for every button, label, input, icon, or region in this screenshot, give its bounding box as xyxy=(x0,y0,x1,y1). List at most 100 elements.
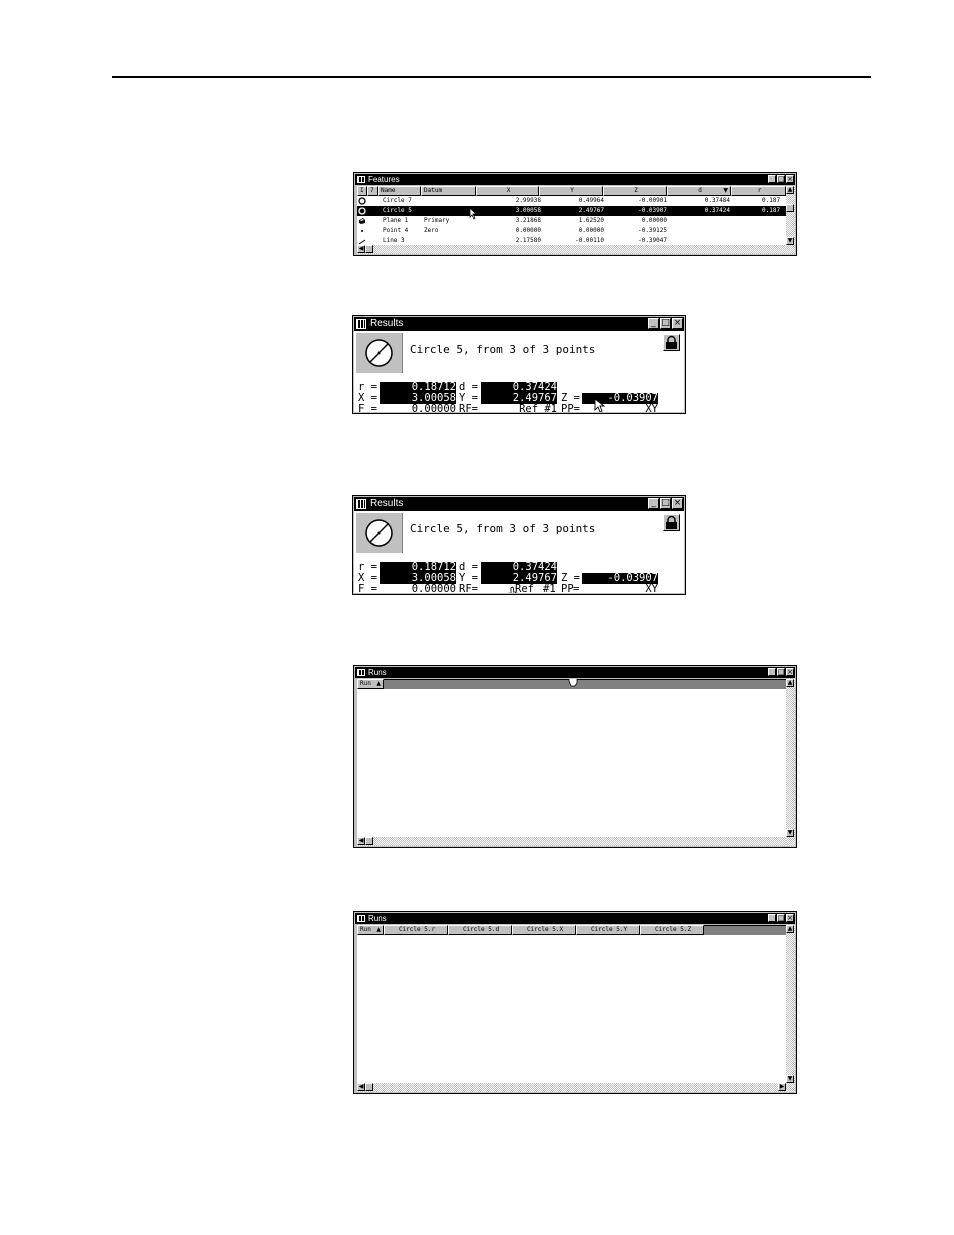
scroll-thumb[interactable] xyxy=(365,245,373,253)
results-titlebar[interactable]: Results _ □ × xyxy=(354,497,684,511)
maximize-button[interactable]: □ xyxy=(777,668,785,676)
runs-titlebar[interactable]: Runs _ □ × xyxy=(355,913,795,924)
column-header-circle5-d[interactable]: Circle 5.d xyxy=(448,925,512,935)
feature-z: -0.00901 xyxy=(638,197,667,204)
minimize-button[interactable]: _ xyxy=(768,914,776,922)
feature-y: 1.62520 xyxy=(578,217,604,224)
table-row[interactable]: Circle 7 2.99938 0.49964 -0.00901 0.3748… xyxy=(357,196,795,206)
column-header-z[interactable]: Z xyxy=(603,186,667,196)
column-drop-zone[interactable] xyxy=(704,925,786,935)
vertical-scrollbar[interactable]: ▲ ▼ xyxy=(786,925,795,1092)
rf-number[interactable]: #1 xyxy=(543,584,556,594)
maximize-button[interactable]: □ xyxy=(660,318,671,329)
feature-r: 0.187 xyxy=(762,197,781,204)
results-titlebar[interactable]: Results _ □ × xyxy=(354,317,684,331)
features-table[interactable]: I 7 Name Datum X Y Z d ▼ r Circle 7 2.999… xyxy=(357,186,795,254)
column-header-circle5-z[interactable]: Circle 5.Z xyxy=(640,925,704,935)
runs-table[interactable]: Run ▲ ▲ ▼ ◀ xyxy=(357,679,795,846)
scroll-thumb[interactable] xyxy=(365,837,373,845)
window-menu-icon[interactable] xyxy=(357,669,365,676)
feature-d: 0.37484 xyxy=(704,197,730,204)
column-header-circle5-y[interactable]: Circle 5.Y xyxy=(576,925,640,935)
lock-button[interactable] xyxy=(663,334,680,351)
maximize-button[interactable]: □ xyxy=(660,498,671,509)
close-button[interactable]: × xyxy=(786,668,794,676)
pp-value[interactable]: XY xyxy=(582,584,658,594)
runs-window[interactable]: Runs _ □ × Run ▲ Circle 5.r Circle 5.d Ci… xyxy=(353,911,797,1094)
results-heading: Circle 5, from 3 of 3 points xyxy=(410,522,596,535)
scroll-down-button[interactable]: ▼ xyxy=(786,829,794,837)
rf-value[interactable]: Ref #1 xyxy=(481,404,557,413)
column-header-x[interactable]: X xyxy=(476,186,539,196)
scroll-thumb[interactable] xyxy=(786,204,794,212)
horizontal-scrollbar[interactable]: ◀ xyxy=(357,245,786,254)
pp-equals: = xyxy=(573,583,580,594)
window-menu-icon[interactable] xyxy=(356,319,366,329)
runs-table[interactable]: Run ▲ Circle 5.r Circle 5.d Circle 5.X Ci… xyxy=(357,925,795,1092)
window-menu-icon[interactable] xyxy=(357,176,365,183)
column-header-name[interactable]: Name xyxy=(378,186,421,196)
column-header-i[interactable]: I xyxy=(357,186,367,196)
scroll-up-button[interactable]: ▲ xyxy=(786,925,794,933)
scroll-down-button[interactable]: ▼ xyxy=(786,1075,794,1083)
results-window[interactable]: Results _ □ × Circle 5, from 3 of 3 poin… xyxy=(352,315,686,414)
column-header-run[interactable]: Run ▲ xyxy=(357,679,384,689)
column-drop-zone[interactable] xyxy=(384,679,786,689)
column-header-run[interactable]: Run ▲ xyxy=(357,925,384,935)
scroll-up-button[interactable]: ▲ xyxy=(786,186,794,194)
results-window[interactable]: Results _ □ × Circle 5, from 3 of 3 poin… xyxy=(352,495,686,595)
scroll-left-button[interactable]: ◀ xyxy=(357,245,365,253)
rf-label: RF= xyxy=(459,403,478,413)
feature-y: 2.49767 xyxy=(578,207,604,214)
feature-name: Point 4 xyxy=(383,227,409,234)
runs-titlebar[interactable]: Runs _ □ × xyxy=(355,667,795,678)
scroll-thumb[interactable] xyxy=(365,1083,373,1091)
point-icon xyxy=(361,230,363,232)
window-menu-icon[interactable] xyxy=(357,915,365,922)
f-value[interactable]: 0.00000 xyxy=(380,584,456,594)
column-header-y[interactable]: Y xyxy=(539,186,603,196)
table-row[interactable]: Circle 5 3.00058 2.49767 -0.03907 0.3742… xyxy=(357,206,795,216)
table-row[interactable]: Point 4 Zero 0.00000 0.00000 -0.39125 xyxy=(357,226,795,236)
results-heading: Circle 5, from 3 of 3 points xyxy=(410,343,596,356)
scroll-left-button[interactable]: ◀ xyxy=(357,837,365,845)
pp-label[interactable]: PP xyxy=(561,584,574,594)
circle-feature-icon xyxy=(356,333,403,373)
close-button[interactable]: × xyxy=(786,175,794,183)
column-header-circle5-x[interactable]: Circle 5.X xyxy=(512,925,576,935)
minimize-button[interactable]: _ xyxy=(768,668,776,676)
minimize-button[interactable]: _ xyxy=(648,498,659,509)
lock-button[interactable] xyxy=(663,514,680,531)
features-window[interactable]: Features _ □ × I 7 Name Datum X Y Z d ▼ r… xyxy=(353,172,797,256)
column-header-datum[interactable]: Datum xyxy=(421,186,476,196)
scroll-left-button[interactable]: ◀ xyxy=(357,1083,365,1091)
maximize-button[interactable]: □ xyxy=(777,175,785,183)
close-button[interactable]: × xyxy=(672,318,683,329)
column-header-d[interactable]: d ▼ xyxy=(667,186,731,196)
window-menu-icon[interactable] xyxy=(356,499,366,509)
column-header-7[interactable]: 7 xyxy=(367,186,378,196)
scroll-right-button[interactable]: ▶ xyxy=(778,1083,786,1091)
table-row[interactable]: Plane 1 Primary 3.21868 1.62520 0.00000 xyxy=(357,216,795,226)
f-value[interactable]: 0.00000 xyxy=(380,404,456,413)
sort-arrow-icon: ▲ xyxy=(376,926,381,933)
column-header-r[interactable]: r xyxy=(731,186,786,196)
feature-x: 2.99938 xyxy=(515,197,541,204)
results-body: Circle 5, from 3 of 3 points r = 0.18712… xyxy=(354,511,684,593)
scroll-down-button[interactable]: ▼ xyxy=(786,237,794,245)
horizontal-scrollbar[interactable]: ◀ ▶ xyxy=(357,1083,786,1092)
runs-window[interactable]: Runs _ □ × Run ▲ ▲ ▼ ◀ xyxy=(353,665,797,848)
horizontal-scrollbar[interactable]: ◀ xyxy=(357,837,786,846)
mouse-pointer-icon xyxy=(594,398,605,412)
close-button[interactable]: × xyxy=(672,498,683,509)
scroll-up-button[interactable]: ▲ xyxy=(786,679,794,687)
circle-icon xyxy=(358,197,366,205)
column-header-circle5-r[interactable]: Circle 5.r xyxy=(384,925,448,935)
vertical-scrollbar[interactable]: ▲ ▼ xyxy=(786,679,795,846)
features-titlebar[interactable]: Features _ □ × xyxy=(355,174,795,185)
minimize-button[interactable]: _ xyxy=(768,175,776,183)
vertical-scrollbar[interactable]: ▲ ▼ xyxy=(786,186,795,254)
close-button[interactable]: × xyxy=(786,914,794,922)
minimize-button[interactable]: _ xyxy=(648,318,659,329)
maximize-button[interactable]: □ xyxy=(777,914,785,922)
